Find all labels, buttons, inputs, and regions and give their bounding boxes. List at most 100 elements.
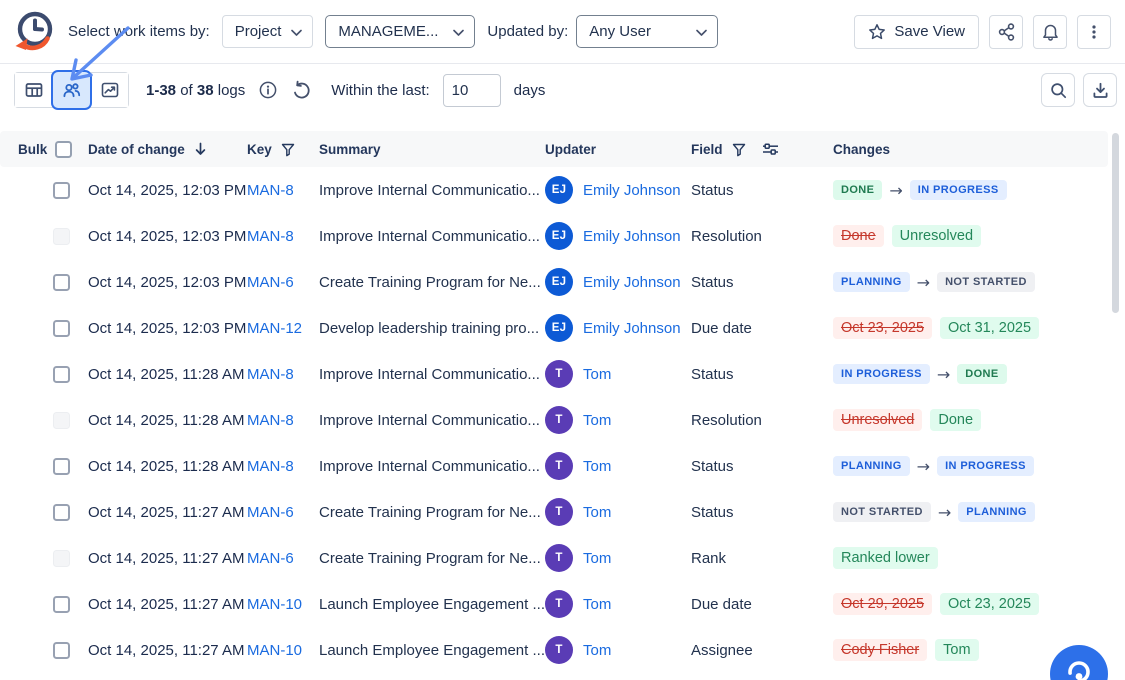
row-updater[interactable]: EJ Emily Johnson [545, 176, 691, 204]
row-changes: DONE→IN PROGRESS [833, 180, 1125, 200]
info-icon [258, 80, 278, 100]
row-changes: PLANNING→IN PROGRESS [833, 456, 1125, 476]
updater-name: Tom [583, 412, 611, 429]
updater-name: Emily Johnson [583, 182, 681, 199]
toolbar-right [1041, 73, 1117, 107]
old-value-chip: Unresolved [833, 409, 922, 431]
column-changes: Changes [833, 142, 1108, 157]
change-to-badge: NOT STARTED [937, 272, 1035, 292]
change-from-badge: PLANNING [833, 456, 910, 476]
row-key-link[interactable]: MAN-6 [247, 504, 294, 521]
avatar: EJ [545, 176, 573, 204]
sort-desc-icon[interactable] [193, 141, 208, 157]
row-key-link[interactable]: MAN-8 [247, 412, 294, 429]
updater-name: Emily Johnson [583, 320, 681, 337]
row-checkbox[interactable] [53, 274, 70, 291]
avatar: EJ [545, 222, 573, 250]
avatar: T [545, 360, 573, 388]
refresh-button[interactable] [291, 80, 312, 101]
change-to-badge: DONE [957, 364, 1006, 384]
transition-arrow-icon: → [937, 365, 950, 384]
row-updater[interactable]: EJ Emily Johnson [545, 314, 691, 342]
new-value-chip: Tom [935, 639, 978, 661]
people-view-icon [61, 80, 82, 101]
row-checkbox[interactable] [53, 642, 70, 659]
vertical-scrollbar[interactable] [1112, 133, 1119, 313]
within-days-input[interactable] [443, 74, 501, 107]
change-from-badge: IN PROGRESS [833, 364, 930, 384]
table-row: Oct 14, 2025, 11:27 AM MAN-10 Launch Emp… [0, 581, 1125, 627]
row-key-link[interactable]: MAN-12 [247, 320, 302, 337]
row-key-link[interactable]: MAN-10 [247, 642, 302, 659]
row-key-link[interactable]: MAN-8 [247, 182, 294, 199]
more-options-button[interactable] [1077, 15, 1111, 49]
row-checkbox[interactable] [53, 412, 70, 429]
row-updater[interactable]: T Tom [545, 452, 691, 480]
row-checkbox[interactable] [53, 504, 70, 521]
row-checkbox[interactable] [53, 228, 70, 245]
column-date: Date of change [88, 141, 247, 157]
row-checkbox[interactable] [53, 596, 70, 613]
updated-by-value: Any User [589, 23, 651, 40]
table-body: Oct 14, 2025, 12:03 PM MAN-8 Improve Int… [0, 167, 1125, 673]
row-updater[interactable]: T Tom [545, 590, 691, 618]
row-checkbox[interactable] [53, 366, 70, 383]
row-updater[interactable]: T Tom [545, 406, 691, 434]
row-key-link[interactable]: MAN-6 [247, 274, 294, 291]
field-filter-icon[interactable] [731, 142, 747, 157]
search-button[interactable] [1041, 73, 1075, 107]
info-button[interactable] [258, 80, 278, 100]
row-key-link[interactable]: MAN-8 [247, 366, 294, 383]
download-button[interactable] [1083, 73, 1117, 107]
row-key-link[interactable]: MAN-8 [247, 458, 294, 475]
select-all-checkbox[interactable] [55, 141, 72, 158]
row-checkbox[interactable] [53, 320, 70, 337]
updated-by-dropdown[interactable]: Any User [576, 15, 718, 48]
row-updater[interactable]: T Tom [545, 498, 691, 526]
kebab-menu-icon [1085, 23, 1103, 41]
row-key-link[interactable]: MAN-10 [247, 596, 302, 613]
row-field: Status [691, 366, 833, 383]
row-date: Oct 14, 2025, 12:03 PM [88, 228, 247, 245]
share-button[interactable] [989, 15, 1023, 49]
row-changes: IN PROGRESS → DONE [833, 364, 1125, 384]
row-updater[interactable]: T Tom [545, 360, 691, 388]
row-field: Status [691, 458, 833, 475]
row-date: Oct 14, 2025, 11:27 AM [88, 550, 247, 567]
row-updater[interactable]: T Tom [545, 636, 691, 664]
row-checkbox[interactable] [53, 550, 70, 567]
row-updater[interactable]: EJ Emily Johnson [545, 268, 691, 296]
updater-name: Tom [583, 504, 611, 521]
row-field: Resolution [691, 228, 833, 245]
row-key-link[interactable]: MAN-6 [247, 550, 294, 567]
row-checkbox[interactable] [53, 182, 70, 199]
updaters-view-button[interactable] [51, 70, 92, 110]
table-view-button[interactable] [15, 73, 52, 107]
project-type-dropdown[interactable]: Project [222, 15, 314, 48]
updated-by-label: Updated by: [487, 23, 568, 40]
row-updater[interactable]: EJ Emily Johnson [545, 222, 691, 250]
table-row: Oct 14, 2025, 12:03 PM MAN-8 Improve Int… [0, 213, 1125, 259]
row-updater[interactable]: T Tom [545, 544, 691, 572]
row-field: Due date [691, 596, 833, 613]
notifications-button[interactable] [1033, 15, 1067, 49]
table-row: Oct 14, 2025, 12:03 PM MAN-8 Improve Int… [0, 167, 1125, 213]
save-view-button[interactable]: Save View [854, 15, 979, 49]
star-icon [868, 23, 886, 41]
chart-view-button[interactable] [91, 73, 128, 107]
chevron-down-icon [453, 29, 464, 37]
search-icon [1049, 81, 1068, 100]
avatar: T [545, 452, 573, 480]
table-row: Oct 14, 2025, 11:28 AM MAN-8 Improve Int… [0, 351, 1125, 397]
key-filter-icon[interactable] [280, 142, 296, 157]
row-key-link[interactable]: MAN-8 [247, 228, 294, 245]
change-to-badge: IN PROGRESS [937, 456, 1034, 476]
field-settings-icon[interactable] [761, 141, 780, 157]
new-value-chip: Oct 23, 2025 [940, 593, 1039, 615]
table-row: Oct 14, 2025, 11:28 AM MAN-8 Improve Int… [0, 397, 1125, 443]
project-value-dropdown[interactable]: MANAGEME... [325, 15, 475, 48]
row-summary: Improve Internal Communicatio... [319, 228, 545, 245]
table-view-icon [24, 80, 44, 100]
row-checkbox[interactable] [53, 458, 70, 475]
table-row: Oct 14, 2025, 11:27 AM MAN-10 Launch Emp… [0, 627, 1125, 673]
